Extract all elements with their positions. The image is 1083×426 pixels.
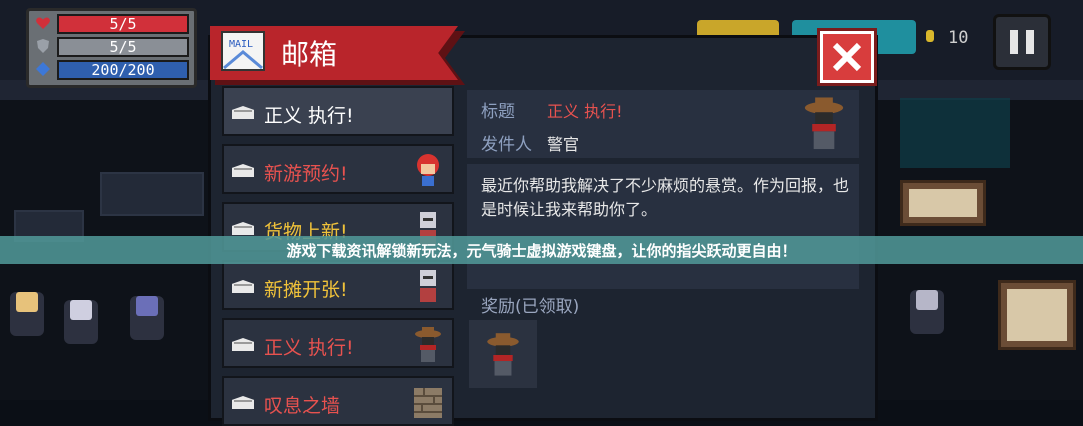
mail-body-box: 最近你帮助我解决了不少麻烦的悬赏。作为回报，也是时候让我来帮助你了。 xyxy=(467,164,859,289)
npc-character xyxy=(910,290,944,334)
mail-item-label: 新游预约! xyxy=(264,163,348,185)
armor-bar: 5/5 xyxy=(57,37,189,57)
mail-item-label: 正义 执行! xyxy=(264,337,354,359)
close-button[interactable] xyxy=(820,31,874,83)
reward-label: 奖励(已领取) xyxy=(481,297,580,317)
npc-character xyxy=(10,292,44,336)
npc-character xyxy=(64,300,98,344)
sheriff-reward-icon xyxy=(487,333,519,376)
energy-row: 200/200 xyxy=(35,60,189,80)
teal-glow xyxy=(900,98,1010,168)
armor-row: 5/5 xyxy=(35,37,189,57)
title-field-label: 标题 xyxy=(481,102,515,122)
envelope-icon xyxy=(232,280,254,293)
armor-text: 5/5 xyxy=(109,38,137,56)
coin-count: 10 xyxy=(948,28,969,48)
mail-item[interactable]: 正义 执行! xyxy=(222,318,454,368)
mail-detail-header: 标题 正义 执行! 发件人 警官 xyxy=(467,90,859,158)
mail-item-label: 正义 执行! xyxy=(264,105,354,127)
reward-slot[interactable] xyxy=(469,320,537,388)
notice-board xyxy=(998,280,1076,350)
promo-banner: 游戏下载资讯解锁新玩法，元气骑士虚拟游戏键盘，让你的指尖跃动更自由！ xyxy=(0,236,1083,264)
pause-icon-bar xyxy=(1026,30,1034,54)
coin-icon xyxy=(926,30,934,42)
mail-item[interactable]: 叹息之墙 xyxy=(222,376,454,426)
pause-button[interactable] xyxy=(993,14,1051,70)
sender-field-label: 发件人 xyxy=(481,135,532,155)
player-stats-panel: 5/5 5/5 200/200 xyxy=(26,8,197,88)
envelope-icon xyxy=(232,164,254,177)
mail-letter-icon: MAIL xyxy=(221,31,265,71)
envelope-icon xyxy=(232,106,254,119)
hp-row: 5/5 xyxy=(35,14,189,34)
envelope-icon xyxy=(232,338,254,351)
sheriff-npc-icon xyxy=(415,327,441,362)
mailbox-title: 邮箱 xyxy=(281,38,338,71)
mail-icon-text: MAIL xyxy=(229,39,253,50)
energy-text: 200/200 xyxy=(91,61,155,79)
floor-tile xyxy=(100,172,204,216)
mail-item-label: 新摊开张! xyxy=(264,279,348,301)
energy-bar: 200/200 xyxy=(57,60,189,80)
mail-item[interactable]: 正义 执行! xyxy=(222,86,454,136)
heart-icon xyxy=(36,17,50,29)
energy-gem-icon xyxy=(36,62,50,76)
wall-icon xyxy=(414,388,442,418)
hp-bar: 5/5 xyxy=(57,14,189,34)
red-hair-npc-icon xyxy=(417,154,439,186)
knight-npc-icon xyxy=(420,270,436,302)
sheriff-portrait-icon xyxy=(804,97,844,150)
mail-item[interactable]: 新摊开张! xyxy=(222,260,454,310)
envelope-icon xyxy=(232,222,254,235)
mail-item[interactable]: 新游预约! xyxy=(222,144,454,194)
wooden-sign xyxy=(900,180,986,226)
mail-body-text: 最近你帮助我解决了不少麻烦的悬赏。作为回报，也是时候让我来帮助你了。 xyxy=(481,176,850,219)
shield-icon xyxy=(37,39,49,53)
npc-character xyxy=(130,296,164,340)
sender-field-value: 警官 xyxy=(547,135,580,154)
mail-item-label: 叹息之墙 xyxy=(264,395,341,417)
promo-banner-text: 游戏下载资讯解锁新玩法，元气骑士虚拟游戏键盘，让你的指尖跃动更自由！ xyxy=(286,242,797,260)
close-x-icon xyxy=(832,42,862,72)
pause-icon xyxy=(1010,30,1018,54)
title-field-value: 正义 执行! xyxy=(547,102,623,121)
hp-text: 5/5 xyxy=(109,15,137,33)
envelope-icon xyxy=(232,396,254,409)
